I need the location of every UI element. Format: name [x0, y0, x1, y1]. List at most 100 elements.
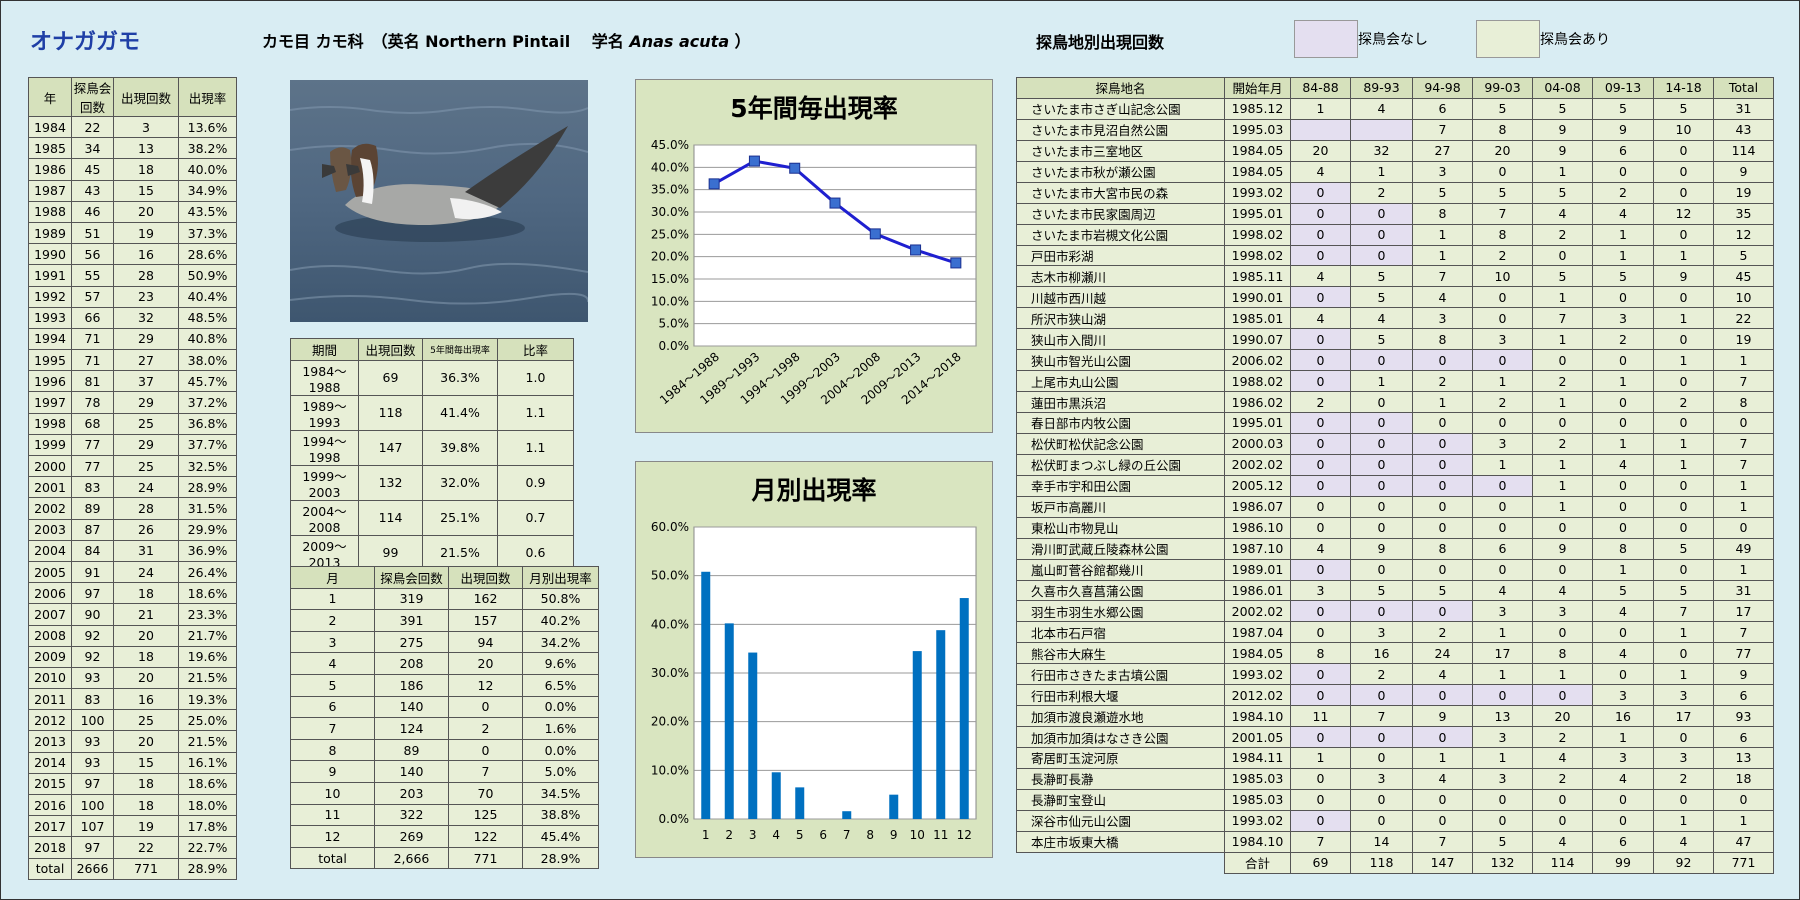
sites-cell: 1 [1472, 663, 1533, 686]
sites-cell: 7 [1713, 432, 1774, 455]
sites-cell: 0 [1290, 558, 1351, 581]
sites-cell: 9 [1713, 663, 1774, 686]
sites-cell: 1998.02 [1224, 244, 1291, 267]
yearly-row: 2011 83 16 19.3% [28, 688, 237, 711]
sites-cell: 1984.10 [1224, 830, 1291, 853]
yearly-row: 1995 71 27 38.0% [28, 349, 237, 372]
period-cell: 99 [358, 534, 423, 571]
sites-row: 幸手市宇和田公園 2005.12 0 0 0 0 1 0 0 1 [1016, 474, 1774, 497]
sites-cell: 加須市渡良瀬遊水地 [1016, 705, 1225, 728]
yearly-cell: 28.6% [178, 243, 237, 266]
sites-cell: 2 [1592, 328, 1654, 351]
sites-cell: 5 [1532, 265, 1593, 288]
sites-cell: 4 [1412, 767, 1473, 790]
yearly-row: 1998 68 25 36.8% [28, 412, 237, 435]
sites-cell: 行田市利根大堰 [1016, 684, 1225, 707]
monthly-cell: 38.8% [522, 803, 599, 827]
sites-title: 探鳥地別出現回数 [1036, 33, 1165, 52]
monthly-row: 9 140 7 5.0% [290, 760, 599, 783]
sites-cell: 8 [1472, 223, 1533, 246]
sites-cell: 1 [1350, 160, 1413, 183]
sites-cell: 0 [1532, 412, 1593, 434]
yearly-cell: 107 [71, 815, 114, 838]
yearly-cell: 2004 [28, 539, 72, 562]
sites-cell: 3 [1350, 767, 1413, 790]
line-chart: 5年間毎出現率 0.0% 5.0% 10.0% 15.0% 20.0% 25.0% 30.0%… [651, 94, 977, 407]
bar-x-tick-label: 8 [866, 828, 874, 842]
sites-cell: 5 [1653, 97, 1714, 120]
sites-cell: 1993.02 [1224, 181, 1291, 204]
line-y-tick-label: 25.0% [651, 227, 689, 241]
sites-cell: 1 [1653, 349, 1714, 372]
sites-cell: 7 [1713, 370, 1774, 393]
yearly-cell: 36.8% [178, 412, 237, 435]
monthly-cell: 124 [374, 717, 449, 740]
monthly-cell: 9.6% [522, 652, 599, 675]
sites-cell: 0 [1290, 349, 1351, 372]
sites-cell: 5 [1592, 579, 1654, 602]
yearly-cell: 84 [71, 539, 114, 562]
yearly-cell: 45.7% [178, 370, 237, 393]
bar-y-tick-label: 30.0% [651, 666, 689, 680]
sites-cell: 春日部市内牧公園 [1016, 412, 1225, 434]
sites-cell: 0 [1592, 391, 1654, 413]
sites-row: 深谷市仙元山公園 1993.02 0 0 0 0 0 0 1 1 [1016, 809, 1774, 832]
sites-cell: 滑川町武蔵丘陵森林公園 [1016, 537, 1225, 560]
sites-cell: 0 [1290, 286, 1351, 309]
sites-cell: 1985.03 [1224, 788, 1291, 811]
sites-cell: 4 [1472, 579, 1533, 602]
sites-total-cell: 92 [1653, 851, 1714, 874]
yearly-cell: 18 [113, 645, 179, 668]
sites-cell: 0 [1350, 600, 1413, 623]
line-y-tick-label: 5.0% [659, 317, 690, 331]
sites-row: 坂戸市高麗川 1986.07 0 0 0 0 1 0 0 1 [1016, 495, 1774, 518]
sites-cell: 17 [1472, 642, 1533, 665]
yearly-cell: 18.6% [178, 582, 237, 605]
yearly-cell: 2010 [28, 666, 72, 690]
scientific-name: Anas acuta [629, 32, 730, 51]
yearly-cell: 34 [71, 137, 114, 160]
yearly-cell: 2666 [71, 857, 114, 880]
sites-cell: 1 [1472, 621, 1533, 644]
sites-cell: 1995.01 [1224, 202, 1291, 225]
sites-header-cell: 99-03 [1472, 77, 1533, 99]
period-header-cell: 比率 [497, 338, 574, 361]
yearly-header-cell: 年 [28, 77, 72, 117]
sites-row: 所沢市狭山湖 1985.01 4 4 3 0 7 3 1 22 [1016, 307, 1774, 330]
sites-cell: 1993.02 [1224, 809, 1291, 832]
yearly-cell: 48.5% [178, 306, 237, 329]
monthly-cell: 94 [448, 630, 523, 654]
monthly-cell: total [290, 846, 375, 870]
sites-cell: 3 [1472, 600, 1533, 623]
sites-cell: 5 [1412, 181, 1473, 204]
sites-cell: 8 [1412, 537, 1473, 560]
sites-cell: 長瀞町宝登山 [1016, 788, 1225, 811]
sites-cell: 3 [1592, 307, 1654, 330]
monthly-row: 6 140 0 0.0% [290, 695, 599, 719]
sites-row: 行田市利根大堰 2012.02 0 0 0 0 0 3 3 6 [1016, 684, 1774, 707]
sites-cell: 0 [1592, 663, 1654, 686]
yearly-cell: 23.3% [178, 603, 237, 626]
sites-cell: 31 [1713, 579, 1774, 602]
sites-cell: 0 [1290, 202, 1351, 225]
sites-cell: 0 [1290, 181, 1351, 204]
sites-cell: 5 [1532, 181, 1593, 204]
yearly-cell: 22 [71, 115, 114, 139]
monthly-cell: 322 [374, 803, 449, 827]
yearly-cell: total [28, 857, 72, 880]
sites-cell: 1 [1653, 307, 1714, 330]
sites-cell: 嵐山町菅谷館都幾川 [1016, 558, 1225, 581]
sites-cell: 11 [1290, 705, 1351, 728]
yearly-cell: 18 [113, 793, 179, 817]
monthly-cell: 5.0% [522, 760, 599, 783]
yearly-cell: 68 [71, 412, 114, 435]
period-cell: 1999～2003 [290, 464, 359, 501]
sites-row: 加須市渡良瀬遊水地 1984.10 11 7 9 13 20 16 17 93 [1016, 705, 1774, 728]
yearly-cell: 26 [113, 518, 179, 541]
sites-cell: 0 [1592, 160, 1654, 183]
sites-cell: 4 [1350, 97, 1413, 120]
period-cell: 1984～1988 [290, 359, 359, 396]
sites-cell: 北本市石戸宿 [1016, 621, 1225, 644]
yearly-row: 2012 100 25 25.0% [28, 709, 237, 732]
monthly-row: 4 208 20 9.6% [290, 652, 599, 675]
